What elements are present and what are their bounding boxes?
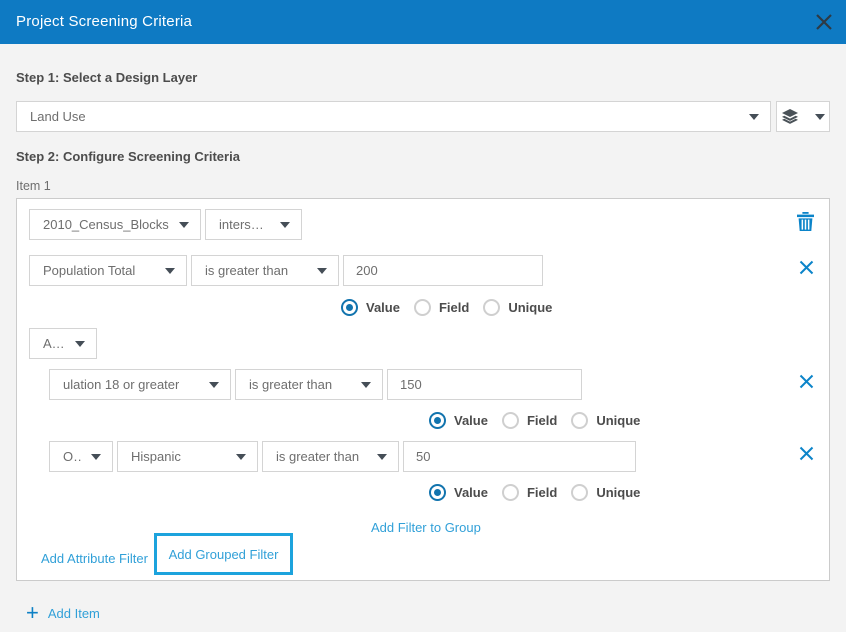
add-filter-to-group-link[interactable]: Add Filter to Group (371, 520, 481, 535)
radio-field-label: Field (439, 300, 469, 315)
remove-grouped-filter1-icon[interactable] (799, 374, 814, 389)
radio-field-label: Field (527, 413, 557, 428)
radio-unique-label: Unique (596, 485, 640, 500)
grouped-filter-row-1: ulation 18 or greater is greater than (49, 369, 582, 400)
step1-label: Step 1: Select a Design Layer (16, 70, 197, 85)
chevron-down-icon (749, 114, 759, 120)
grouped-filter2-radio-field[interactable] (502, 484, 519, 501)
design-layer-row: Land Use (16, 101, 830, 132)
filter1-radio-unique[interactable] (483, 299, 500, 316)
screening-layer-select[interactable]: 2010_Census_Blocks (29, 209, 201, 240)
grouped-filter1-field-value: ulation 18 or greater (63, 377, 179, 392)
chevron-down-icon (377, 454, 387, 460)
spatial-operator-select[interactable]: intersects (205, 209, 302, 240)
grouped-filter1-field-select[interactable]: ulation 18 or greater (49, 369, 231, 400)
add-grouped-filter-highlight: Add Grouped Filter (154, 533, 293, 575)
item-label: Item 1 (16, 179, 51, 193)
radio-value-label: Value (366, 300, 400, 315)
add-grouped-filter-link[interactable]: Add Grouped Filter (169, 547, 279, 562)
chevron-down-icon (280, 222, 290, 228)
step2-label: Step 2: Configure Screening Criteria (16, 149, 240, 164)
add-item-label: Add Item (48, 606, 100, 621)
filter1-radio-field[interactable] (414, 299, 431, 316)
design-layer-select[interactable]: Land Use (16, 101, 771, 132)
radio-value-label: Value (454, 413, 488, 428)
chevron-down-icon (179, 222, 189, 228)
grouped-filter2-radio-value[interactable] (429, 484, 446, 501)
grouped-filter1-radio-value[interactable] (429, 412, 446, 429)
dialog-header: Project Screening Criteria (0, 0, 846, 44)
chevron-down-icon (75, 341, 85, 347)
plus-icon: + (26, 602, 39, 624)
grouped-filter1-operator-value: is greater than (249, 377, 332, 392)
grouped-filter2-field-value: Hispanic (131, 449, 181, 464)
grouped-filter2-operator-select[interactable]: is greater than (262, 441, 399, 472)
layer-list-button[interactable] (776, 101, 830, 132)
grouped-filter2-value-input[interactable] (403, 441, 636, 472)
chevron-down-icon (165, 268, 175, 274)
chevron-down-icon (815, 114, 825, 120)
grouped-filter2-logic-value: OR (63, 449, 81, 464)
filter1-field-value: Population Total (43, 263, 135, 278)
dialog-title: Project Screening Criteria (16, 0, 192, 44)
radio-unique-label: Unique (596, 413, 640, 428)
grouped-filter1-radio-field[interactable] (502, 412, 519, 429)
chevron-down-icon (91, 454, 101, 460)
grouped-filter2-operator-value: is greater than (276, 449, 359, 464)
filter1-operator-select[interactable]: is greater than (191, 255, 339, 286)
radio-field-label: Field (527, 485, 557, 500)
filter1-radio-value[interactable] (341, 299, 358, 316)
filter1-operator-value: is greater than (205, 263, 288, 278)
grouped-filter1-value-input[interactable] (387, 369, 582, 400)
attribute-filter-row-1: Population Total is greater than (29, 255, 543, 286)
radio-value-label: Value (454, 485, 488, 500)
design-layer-value: Land Use (30, 109, 86, 124)
add-attribute-filter-link[interactable]: Add Attribute Filter (41, 551, 148, 566)
grouped-filter1-radio-unique[interactable] (571, 412, 588, 429)
grouped-filter2-mode-radio-group: Value Field Unique (429, 484, 654, 501)
add-item-button[interactable]: + Add Item (26, 602, 100, 624)
grouped-filter1-mode-radio-group: Value Field Unique (429, 412, 654, 429)
close-icon[interactable] (815, 13, 833, 31)
spatial-filter-row: 2010_Census_Blocks intersects (29, 209, 302, 240)
chevron-down-icon (361, 382, 371, 388)
project-screening-criteria-dialog: Project Screening Criteria Step 1: Selec… (0, 0, 846, 632)
grouped-filter-row-2: OR Hispanic is greater than (49, 441, 636, 472)
filter1-field-select[interactable]: Population Total (29, 255, 187, 286)
chevron-down-icon (209, 382, 219, 388)
layers-icon (782, 109, 798, 124)
trash-icon[interactable] (797, 212, 814, 231)
filter1-value-input[interactable] (343, 255, 543, 286)
group-logic-operator-select[interactable]: AND (29, 328, 97, 359)
radio-unique-label: Unique (508, 300, 552, 315)
grouped-filter1-operator-select[interactable]: is greater than (235, 369, 383, 400)
remove-grouped-filter2-icon[interactable] (799, 446, 814, 461)
grouped-filter2-radio-unique[interactable] (571, 484, 588, 501)
remove-filter1-icon[interactable] (799, 260, 814, 275)
grouped-filter2-field-select[interactable]: Hispanic (117, 441, 258, 472)
group-logic-operator-value: AND (43, 336, 65, 351)
grouped-filter2-logic-select[interactable]: OR (49, 441, 113, 472)
chevron-down-icon (236, 454, 246, 460)
filter1-mode-radio-group: Value Field Unique (341, 299, 566, 316)
chevron-down-icon (317, 268, 327, 274)
spatial-operator-value: intersects (219, 217, 270, 232)
screening-layer-value: 2010_Census_Blocks (43, 217, 169, 232)
item-panel: 2010_Census_Blocks intersects Population… (16, 198, 830, 581)
